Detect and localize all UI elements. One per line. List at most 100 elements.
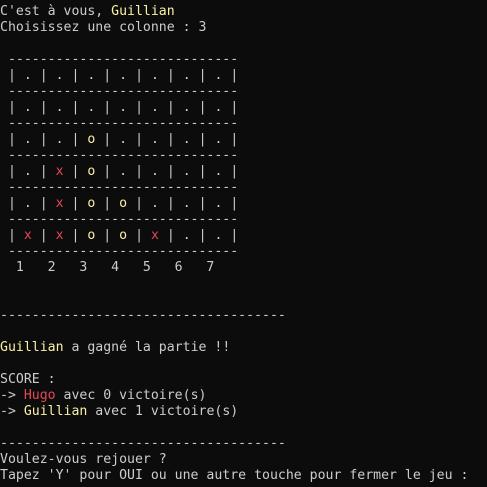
board-cell: .: [119, 132, 128, 147]
board-border: |: [158, 100, 183, 115]
board-border: |: [95, 100, 120, 115]
board-row: | . | . | o | . | . | . | . |: [0, 132, 238, 148]
divider-bottom: ------------------------------------: [0, 436, 286, 451]
board-separator: -----------------------------: [0, 244, 239, 259]
board-border: |: [95, 196, 120, 211]
board-cell: x: [23, 228, 32, 243]
board-border: |: [63, 228, 88, 243]
board-border: |: [158, 228, 183, 243]
score-entry: -> Guillian avec 1 victoire(s): [0, 404, 238, 420]
board-border: |: [222, 132, 239, 147]
board-cell: .: [150, 100, 159, 115]
console-window[interactable]: C'est à vous, Guillian Choisissez une co…: [0, 0, 487, 487]
winner-name: Guillian: [0, 340, 64, 355]
board-cell: .: [150, 68, 159, 83]
board-cell: .: [23, 100, 32, 115]
board-border: |: [63, 164, 88, 179]
board-cell: o: [119, 228, 128, 243]
board-border: |: [222, 228, 239, 243]
board-cell: .: [150, 164, 159, 179]
board-border: |: [190, 100, 215, 115]
board-separator: -----------------------------: [0, 84, 239, 99]
board-border: |: [222, 196, 239, 211]
replay-instruction: Tapez 'Y' pour OUI ou une autre touche p…: [0, 468, 469, 483]
board-cell: x: [150, 228, 159, 243]
board-cell: .: [150, 132, 159, 147]
replay-question: Voulez-vous rejouer ?: [0, 452, 167, 467]
board-border: |: [63, 100, 88, 115]
turn-prefix: C'est à vous,: [0, 4, 112, 19]
board-cell: .: [55, 132, 64, 147]
board-cell: .: [119, 164, 128, 179]
board-row: | . | x | o | . | . | . | . |: [0, 164, 238, 180]
board-separator: -----------------------------: [0, 180, 239, 195]
board-row: | x | x | o | o | x | . | . |: [0, 228, 238, 244]
board-border: |: [127, 100, 151, 115]
column-labels: 1 2 3 4 5 6 7: [0, 260, 215, 275]
divider-top: ------------------------------------: [0, 308, 286, 323]
board-cell: x: [55, 196, 64, 211]
board-cell: .: [182, 100, 191, 115]
turn-line: C'est à vous, Guillian: [0, 4, 175, 20]
board-cell: .: [119, 100, 128, 115]
board-border: |: [127, 228, 151, 243]
board-separator: -----------------------------: [0, 52, 239, 67]
board-border: |: [222, 164, 239, 179]
board-border: |: [222, 100, 239, 115]
board-separator: -----------------------------: [0, 148, 239, 163]
board-cell: .: [23, 164, 32, 179]
board-border: |: [31, 132, 56, 147]
board-cell: x: [55, 164, 64, 179]
board-cell: .: [119, 68, 128, 83]
board-cell: .: [150, 196, 159, 211]
board-border: |: [158, 164, 183, 179]
result-message: a gagné la partie !!: [63, 340, 231, 355]
board-cell: .: [23, 68, 32, 83]
board-border: |: [127, 68, 151, 83]
board-border: |: [31, 196, 56, 211]
board-border: |: [31, 68, 56, 83]
board-cell: x: [55, 228, 64, 243]
board-border: |: [63, 68, 88, 83]
board-border: |: [63, 132, 88, 147]
score-player-name: Guillian: [23, 404, 88, 419]
board-border: |: [0, 196, 24, 211]
column-prompt: Choisissez une colonne : 3: [0, 20, 207, 35]
board-border: |: [158, 132, 183, 147]
board-border: |: [190, 196, 215, 211]
board-cell: .: [23, 132, 32, 147]
score-arrow: ->: [0, 404, 24, 419]
board-border: |: [95, 132, 120, 147]
board-border: |: [190, 132, 215, 147]
board-border: |: [190, 68, 215, 83]
score-text: avec 0 victoire(s): [55, 388, 207, 403]
board-border: |: [31, 100, 56, 115]
turn-player-name: Guillian: [111, 4, 175, 19]
score-title: SCORE :: [0, 372, 56, 387]
score-text: avec 1 victoire(s): [87, 404, 239, 419]
board-border: |: [158, 196, 183, 211]
board-border: |: [31, 164, 56, 179]
board-cell: .: [182, 196, 191, 211]
board-cell: o: [119, 196, 128, 211]
board-border: |: [63, 196, 88, 211]
board-border: |: [190, 228, 215, 243]
board-cell: .: [182, 228, 191, 243]
board-border: |: [95, 164, 120, 179]
board-cell: .: [23, 196, 32, 211]
score-entry: -> Hugo avec 0 victoire(s): [0, 388, 206, 404]
board-border: |: [0, 132, 24, 147]
board-cell: .: [182, 68, 191, 83]
board-border: |: [95, 68, 120, 83]
board-border: |: [0, 68, 24, 83]
result-line: Guillian a gagné la partie !!: [0, 340, 230, 356]
board-row: | . | . | . | . | . | . | . |: [0, 100, 238, 116]
board-row: | . | x | o | o | . | . | . |: [0, 196, 238, 212]
board-separator: -----------------------------: [0, 212, 239, 227]
board-cell: .: [55, 100, 64, 115]
board-row: | . | . | . | . | . | . | . |: [0, 68, 238, 84]
board-border: |: [31, 228, 56, 243]
board-border: |: [190, 164, 215, 179]
board-border: |: [0, 228, 24, 243]
board-border: |: [127, 164, 151, 179]
